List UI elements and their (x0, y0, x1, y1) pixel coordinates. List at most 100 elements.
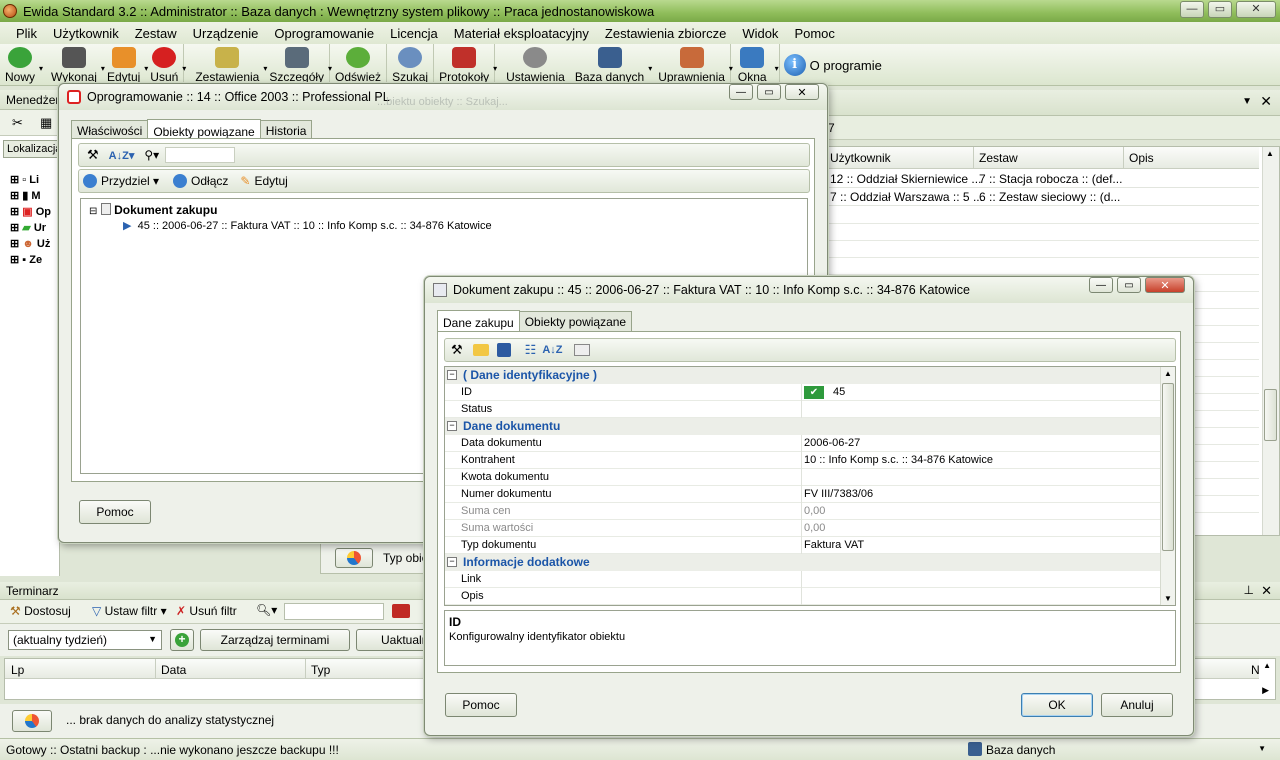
database-button[interactable]: Baza danych ▾ (570, 44, 652, 84)
period-select[interactable]: (aktualny tydzień) ▼ (8, 630, 162, 650)
tree-node-urzadzenia[interactable]: ⊞ ▰ Ur (10, 220, 51, 236)
menu-zestaw[interactable]: Zestaw (127, 26, 185, 41)
tree-node-oprogramowanie[interactable]: ⊞ ▣ Op (10, 204, 51, 220)
menu-pomoc[interactable]: Pomoc (786, 26, 842, 41)
prop-row-opis[interactable]: Opis (445, 588, 1160, 605)
col-opis[interactable]: Opis (1129, 151, 1154, 165)
dlg2-help-button[interactable]: Pomoc (445, 693, 517, 717)
prop-row-kwota[interactable]: Kwota dokumentu (445, 469, 1160, 486)
categorized-icon[interactable]: ☷ (525, 342, 537, 358)
tree-node-zestawy[interactable]: ⊞ ▪ Ze (10, 252, 51, 268)
tools-icon[interactable]: ⚒ (87, 147, 99, 163)
toolbox-icon[interactable] (392, 604, 410, 618)
dlg2-close-button[interactable]: ✕ (1145, 277, 1185, 293)
tree-node-document-45[interactable]: ▶ 45 :: 2006-06-27 :: Faktura VAT :: 10 … (123, 219, 492, 232)
col-data[interactable]: Data (161, 663, 186, 677)
panel-menu-arrow-icon[interactable]: ▼ (1242, 96, 1252, 107)
tab-dane-zakupu[interactable]: Dane zakupu (437, 310, 520, 333)
prop-row-suma-cen[interactable]: Suma cen 0,00 (445, 503, 1160, 520)
search-button[interactable]: Szukaj (387, 44, 435, 84)
type-chart-button[interactable] (335, 548, 373, 568)
settings-button[interactable]: Ustawienia (501, 44, 570, 84)
maximize-button[interactable]: ▭ (1208, 1, 1232, 18)
search-dropdown[interactable]: 🔍︎▾ (256, 603, 277, 617)
protocols-button[interactable]: Protokoły ▾ (434, 44, 497, 84)
reports-button[interactable]: Zestawienia ▾ (190, 44, 267, 84)
manage-terms-button[interactable]: Zarządzaj terminami (200, 629, 350, 651)
menu-zestawienia-zbiorcze[interactable]: Zestawienia zbiorcze (597, 26, 734, 41)
prop-row-link[interactable]: Link (445, 571, 1160, 588)
dlg1-edit-button[interactable]: ✎ Edytuj (240, 174, 287, 188)
category-dane-identyfikacyjne[interactable]: −( Dane identyfikacyjne ) (445, 367, 1160, 384)
property-pages-icon[interactable] (574, 344, 591, 356)
prop-row-typ[interactable]: Typ dokumentu Faktura VAT (445, 537, 1160, 554)
menu-uzytkownik[interactable]: Użytkownik (45, 26, 127, 41)
menu-urzadzenie[interactable]: Urządzenie (185, 26, 267, 41)
menu-oprogramowanie[interactable]: Oprogramowanie (266, 26, 382, 41)
folder-icon[interactable] (472, 344, 489, 356)
category-dane-dokumentu[interactable]: − Dane dokumentu (445, 418, 1160, 435)
cancel-button[interactable]: Anuluj (1101, 693, 1173, 717)
tree-icon[interactable]: ▦ (40, 115, 52, 131)
tree-node-uzytkownicy[interactable]: ⊞ ☻ Uż (10, 236, 51, 252)
col-zestaw[interactable]: Zestaw (979, 151, 1018, 165)
edit-button[interactable]: Edytuj ▾ (102, 44, 148, 84)
prop-row-kontrahent[interactable]: Kontrahent 10 :: Info Komp s.c. :: 34-876… (445, 452, 1160, 469)
dlg1-help-button[interactable]: Pomoc (79, 500, 151, 524)
details-button[interactable]: Szczegóły ▾ (264, 44, 332, 84)
dlg2-maximize-button[interactable]: ▭ (1117, 277, 1141, 293)
menu-licencja[interactable]: Licencja (382, 26, 446, 41)
schedule-search-input[interactable] (284, 603, 384, 620)
panel-close-icon[interactable]: ✕ (1260, 93, 1272, 110)
permissions-button[interactable]: Uprawnienia ▾ (653, 44, 733, 84)
dlg1-search-input[interactable] (165, 147, 236, 163)
menu-plik[interactable]: Plik (8, 26, 45, 41)
assign-button[interactable]: Przydziel ▾ (83, 174, 159, 188)
prop-row-numer[interactable]: Numer dokumentu FV III/7383/06 (445, 486, 1160, 503)
property-grid-scrollbar[interactable]: ▲ ▼ (1160, 367, 1175, 605)
scroll-thumb[interactable] (1162, 383, 1174, 551)
dlg1-close-button[interactable]: ✕ (785, 84, 819, 100)
prop-row-suma-wartosci[interactable]: Suma wartości 0,00 (445, 520, 1160, 537)
prop-row-id[interactable]: ID ✔ 45 (445, 384, 1160, 401)
sort-az-icon[interactable]: A↓Z (542, 344, 562, 356)
schedule-close-icon[interactable]: ✕ (1261, 583, 1272, 599)
tree-node-licencje[interactable]: ⊞ ▫ Li (10, 172, 51, 188)
about-button[interactable]: i O programie (780, 44, 882, 86)
location-tab[interactable]: Lokalizacja (3, 140, 66, 158)
tools-icon[interactable]: ⚒ (451, 342, 463, 358)
prop-row-status[interactable]: Status (445, 401, 1160, 418)
save-icon[interactable] (496, 343, 511, 357)
stats-chart-button[interactable] (12, 710, 52, 732)
sort-az-icon[interactable]: A↓Z▾ (109, 149, 135, 162)
customize-button[interactable]: ⚒ Dostosuj (10, 604, 71, 618)
search-icon[interactable]: ⚲▾ (144, 148, 159, 162)
execute-button[interactable]: Wykonaj ▾ (46, 44, 105, 84)
schedule-vscroll-up-icon[interactable]: ▲ (1263, 661, 1271, 670)
col-n[interactable]: N (1251, 663, 1260, 677)
update-button[interactable]: Uaktualni (356, 629, 426, 651)
detach-button[interactable]: Odłącz (173, 174, 228, 188)
category-informacje-dodatkowe[interactable]: − Informacje dodatkowe (445, 554, 1160, 571)
table-row[interactable]: 7 :: Oddział Warszawa :: 5 ... 6 :: Zest… (827, 188, 1259, 206)
pin-icon[interactable]: ⊥ (1244, 583, 1254, 597)
hscroll-right-icon[interactable]: ▶ (1262, 685, 1269, 696)
menu-material[interactable]: Materiał eksploatacyjny (446, 26, 597, 41)
new-button[interactable]: Nowy ▾ (0, 44, 43, 84)
dlg1-maximize-button[interactable]: ▭ (757, 84, 781, 100)
ok-button[interactable]: OK (1021, 693, 1093, 717)
scroll-thumb[interactable] (1264, 389, 1277, 441)
tools-icon[interactable]: ✂ (12, 115, 23, 131)
col-typ[interactable]: Typ (311, 663, 330, 677)
table-row[interactable]: 12 :: Oddział Skierniewice ... 7 :: Stac… (827, 170, 1259, 188)
minimize-button[interactable]: — (1180, 1, 1204, 18)
menu-widok[interactable]: Widok (734, 26, 786, 41)
tree-node-materialy[interactable]: ⊞ ▮ M (10, 188, 51, 204)
refresh-button[interactable]: Odśwież (330, 44, 388, 84)
col-uzytkownik[interactable]: Użytkownik (830, 151, 891, 165)
dlg2-minimize-button[interactable]: — (1089, 277, 1113, 293)
dlg1-minimize-button[interactable]: — (729, 84, 753, 100)
status-database[interactable]: Baza danych (986, 743, 1055, 757)
tree-node-dokument-zakupu[interactable]: ⊟ Dokument zakupu (89, 203, 217, 217)
grid-vscrollbar[interactable]: ▲ (1262, 147, 1279, 535)
